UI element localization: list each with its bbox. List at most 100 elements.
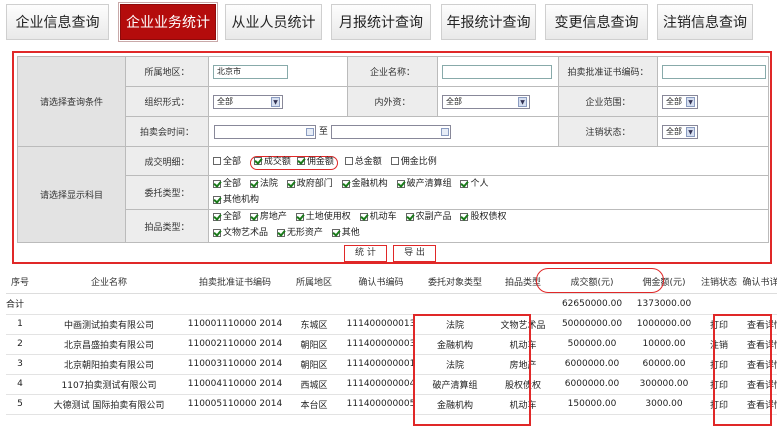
- checkbox[interactable]: [390, 156, 399, 165]
- checkbox-checked[interactable]: [213, 179, 221, 188]
- detail-opt-total[interactable]: 总金额: [344, 154, 382, 167]
- checkbox-checked[interactable]: [213, 213, 221, 221]
- item-type: 机动车: [490, 334, 556, 355]
- item-opt-vehicle[interactable]: 机动车: [359, 210, 397, 224]
- item-opt-art[interactable]: 文物艺术品: [213, 226, 268, 240]
- item-opt-agri[interactable]: 农副产品: [405, 210, 452, 224]
- item-opt-all[interactable]: 全部: [213, 210, 241, 224]
- end-date-input[interactable]: [330, 124, 451, 139]
- checkbox[interactable]: [344, 156, 353, 165]
- total-commission: 1373000.00: [628, 293, 700, 315]
- cert-code: 110004110000 2014: [184, 374, 286, 395]
- status-action[interactable]: 注销: [700, 334, 738, 355]
- checkbox-checked[interactable]: [253, 156, 262, 165]
- scope-select[interactable]: 全部 ▼: [662, 94, 698, 109]
- detail-opt-deal[interactable]: 成交额: [253, 154, 291, 167]
- detail-opt-all[interactable]: 全部: [213, 154, 241, 167]
- deal-amount: 6000000.00: [556, 374, 628, 395]
- delegate-opt-all[interactable]: 全部: [213, 177, 241, 191]
- item-label: 拍品类型：: [125, 209, 209, 243]
- tab-change-info[interactable]: 变更信息查询: [545, 4, 648, 40]
- total-deal: 62650000.00: [556, 293, 628, 315]
- commission-amount: 60000.00: [628, 354, 700, 375]
- checkbox-checked[interactable]: [286, 179, 295, 188]
- option-label: 无形资产: [286, 228, 323, 238]
- checkbox[interactable]: [213, 156, 221, 165]
- checkbox-checked[interactable]: [276, 229, 285, 237]
- item-type: 文物艺术品: [490, 314, 556, 335]
- view-detail-link[interactable]: 查看详情: [738, 394, 777, 415]
- tab-business-stats[interactable]: 企业业务统计: [118, 2, 218, 42]
- delegate-opt-bankrupt[interactable]: 破产清算组: [396, 177, 452, 191]
- region: 西城区: [286, 374, 342, 395]
- org-form-select[interactable]: 全部 ▼: [213, 94, 283, 109]
- total-row: 合计 62650000.00 1373000.00: [6, 293, 777, 315]
- results-table: 序号 企业名称 拍卖批准证书编码 所属地区 确认书编码 委托对象类型 拍品类型 …: [6, 271, 777, 415]
- checkbox-checked[interactable]: [460, 179, 469, 188]
- checkbox-checked[interactable]: [295, 213, 304, 221]
- status-action[interactable]: 打印: [700, 314, 738, 335]
- item-opt-intangible[interactable]: 无形资产: [276, 226, 323, 240]
- status-action[interactable]: 打印: [700, 354, 738, 375]
- option-label: 机动车: [369, 212, 397, 222]
- tab-company-info[interactable]: 企业信息查询: [6, 4, 109, 40]
- query-form: 请选择查询条件 所属地区： 北京市 企业名称： 拍卖批准证书编码： 组织形式： …: [17, 56, 769, 243]
- checkbox-checked[interactable]: [249, 213, 258, 221]
- company-name: 大德测试 国际拍卖有限公司: [34, 394, 184, 415]
- view-detail-link[interactable]: 查看详情: [738, 374, 777, 395]
- delegate-type: 金融机构: [420, 334, 490, 355]
- checkbox-checked[interactable]: [213, 195, 221, 204]
- checkbox-checked[interactable]: [296, 156, 305, 165]
- item-opt-realestate[interactable]: 房地产: [249, 210, 287, 224]
- item-opt-equity[interactable]: 股权债权: [460, 210, 506, 224]
- delegate-opt-other[interactable]: 其他机构: [213, 193, 259, 207]
- status-action[interactable]: 打印: [700, 394, 738, 415]
- delegate-opt-court[interactable]: 法院: [249, 177, 278, 191]
- checkbox-checked[interactable]: [460, 213, 469, 221]
- auction-time-label: 拍卖会时间：: [125, 116, 209, 147]
- header-confirm: 确认书编码: [342, 271, 420, 294]
- cancel-status-select[interactable]: 全部 ▼: [662, 124, 698, 139]
- view-detail-link[interactable]: 查看详情: [738, 354, 777, 375]
- view-detail-link[interactable]: 查看详情: [738, 314, 777, 335]
- tab-monthly-report[interactable]: 月报统计查询: [331, 4, 431, 40]
- tab-annual-report[interactable]: 年报统计查询: [441, 4, 536, 40]
- delegate-opt-finance[interactable]: 金融机构: [341, 177, 388, 191]
- view-detail-link[interactable]: 查看详情: [738, 334, 777, 355]
- checkbox-checked[interactable]: [249, 179, 258, 188]
- checkbox-checked[interactable]: [359, 213, 368, 221]
- domestic-select[interactable]: 全部 ▼: [442, 94, 530, 109]
- region: 朝阳区: [286, 334, 342, 355]
- region-input[interactable]: 北京市: [213, 64, 288, 79]
- checkbox-checked[interactable]: [213, 229, 221, 237]
- detail-opt-commission[interactable]: 佣金额: [296, 154, 334, 167]
- display-section-label: 请选择显示科目: [17, 146, 126, 243]
- company-name-input[interactable]: [442, 64, 552, 79]
- item-opt-other[interactable]: 其他: [331, 226, 360, 240]
- delegate-opt-gov[interactable]: 政府部门: [286, 177, 333, 191]
- tab-cancel-info[interactable]: 注销信息查询: [657, 4, 753, 40]
- region: 朝阳区: [286, 354, 342, 375]
- chevron-down-icon: ▼: [686, 126, 695, 137]
- checkbox-checked[interactable]: [331, 229, 340, 237]
- checkbox-checked[interactable]: [405, 213, 414, 221]
- status-action[interactable]: 打印: [700, 374, 738, 395]
- deal-amount: 150000.00: [556, 394, 628, 415]
- domestic-label: 内外资：: [347, 86, 438, 117]
- delegate-opt-person[interactable]: 个人: [460, 177, 488, 191]
- item-opt-land[interactable]: 土地使用权: [295, 210, 351, 224]
- stat-button[interactable]: 统 计: [344, 245, 387, 262]
- commission-amount: 3000.00: [628, 394, 700, 415]
- start-date-input[interactable]: [214, 124, 316, 139]
- tab-staff-stats[interactable]: 从业人员统计: [225, 4, 322, 40]
- cert-code-input[interactable]: [662, 64, 766, 79]
- chevron-down-icon: ▼: [518, 96, 527, 107]
- checkbox-checked[interactable]: [396, 179, 405, 188]
- confirm-code: 111400000013: [342, 314, 420, 335]
- detail-opt-ratio[interactable]: 佣金比例: [390, 154, 437, 167]
- option-label: 农副产品: [415, 212, 452, 222]
- export-button[interactable]: 导 出: [393, 245, 436, 262]
- company-name: 北京朝阳拍卖有限公司: [34, 354, 184, 375]
- checkbox-checked[interactable]: [341, 179, 350, 188]
- org-form-label: 组织形式：: [125, 86, 209, 117]
